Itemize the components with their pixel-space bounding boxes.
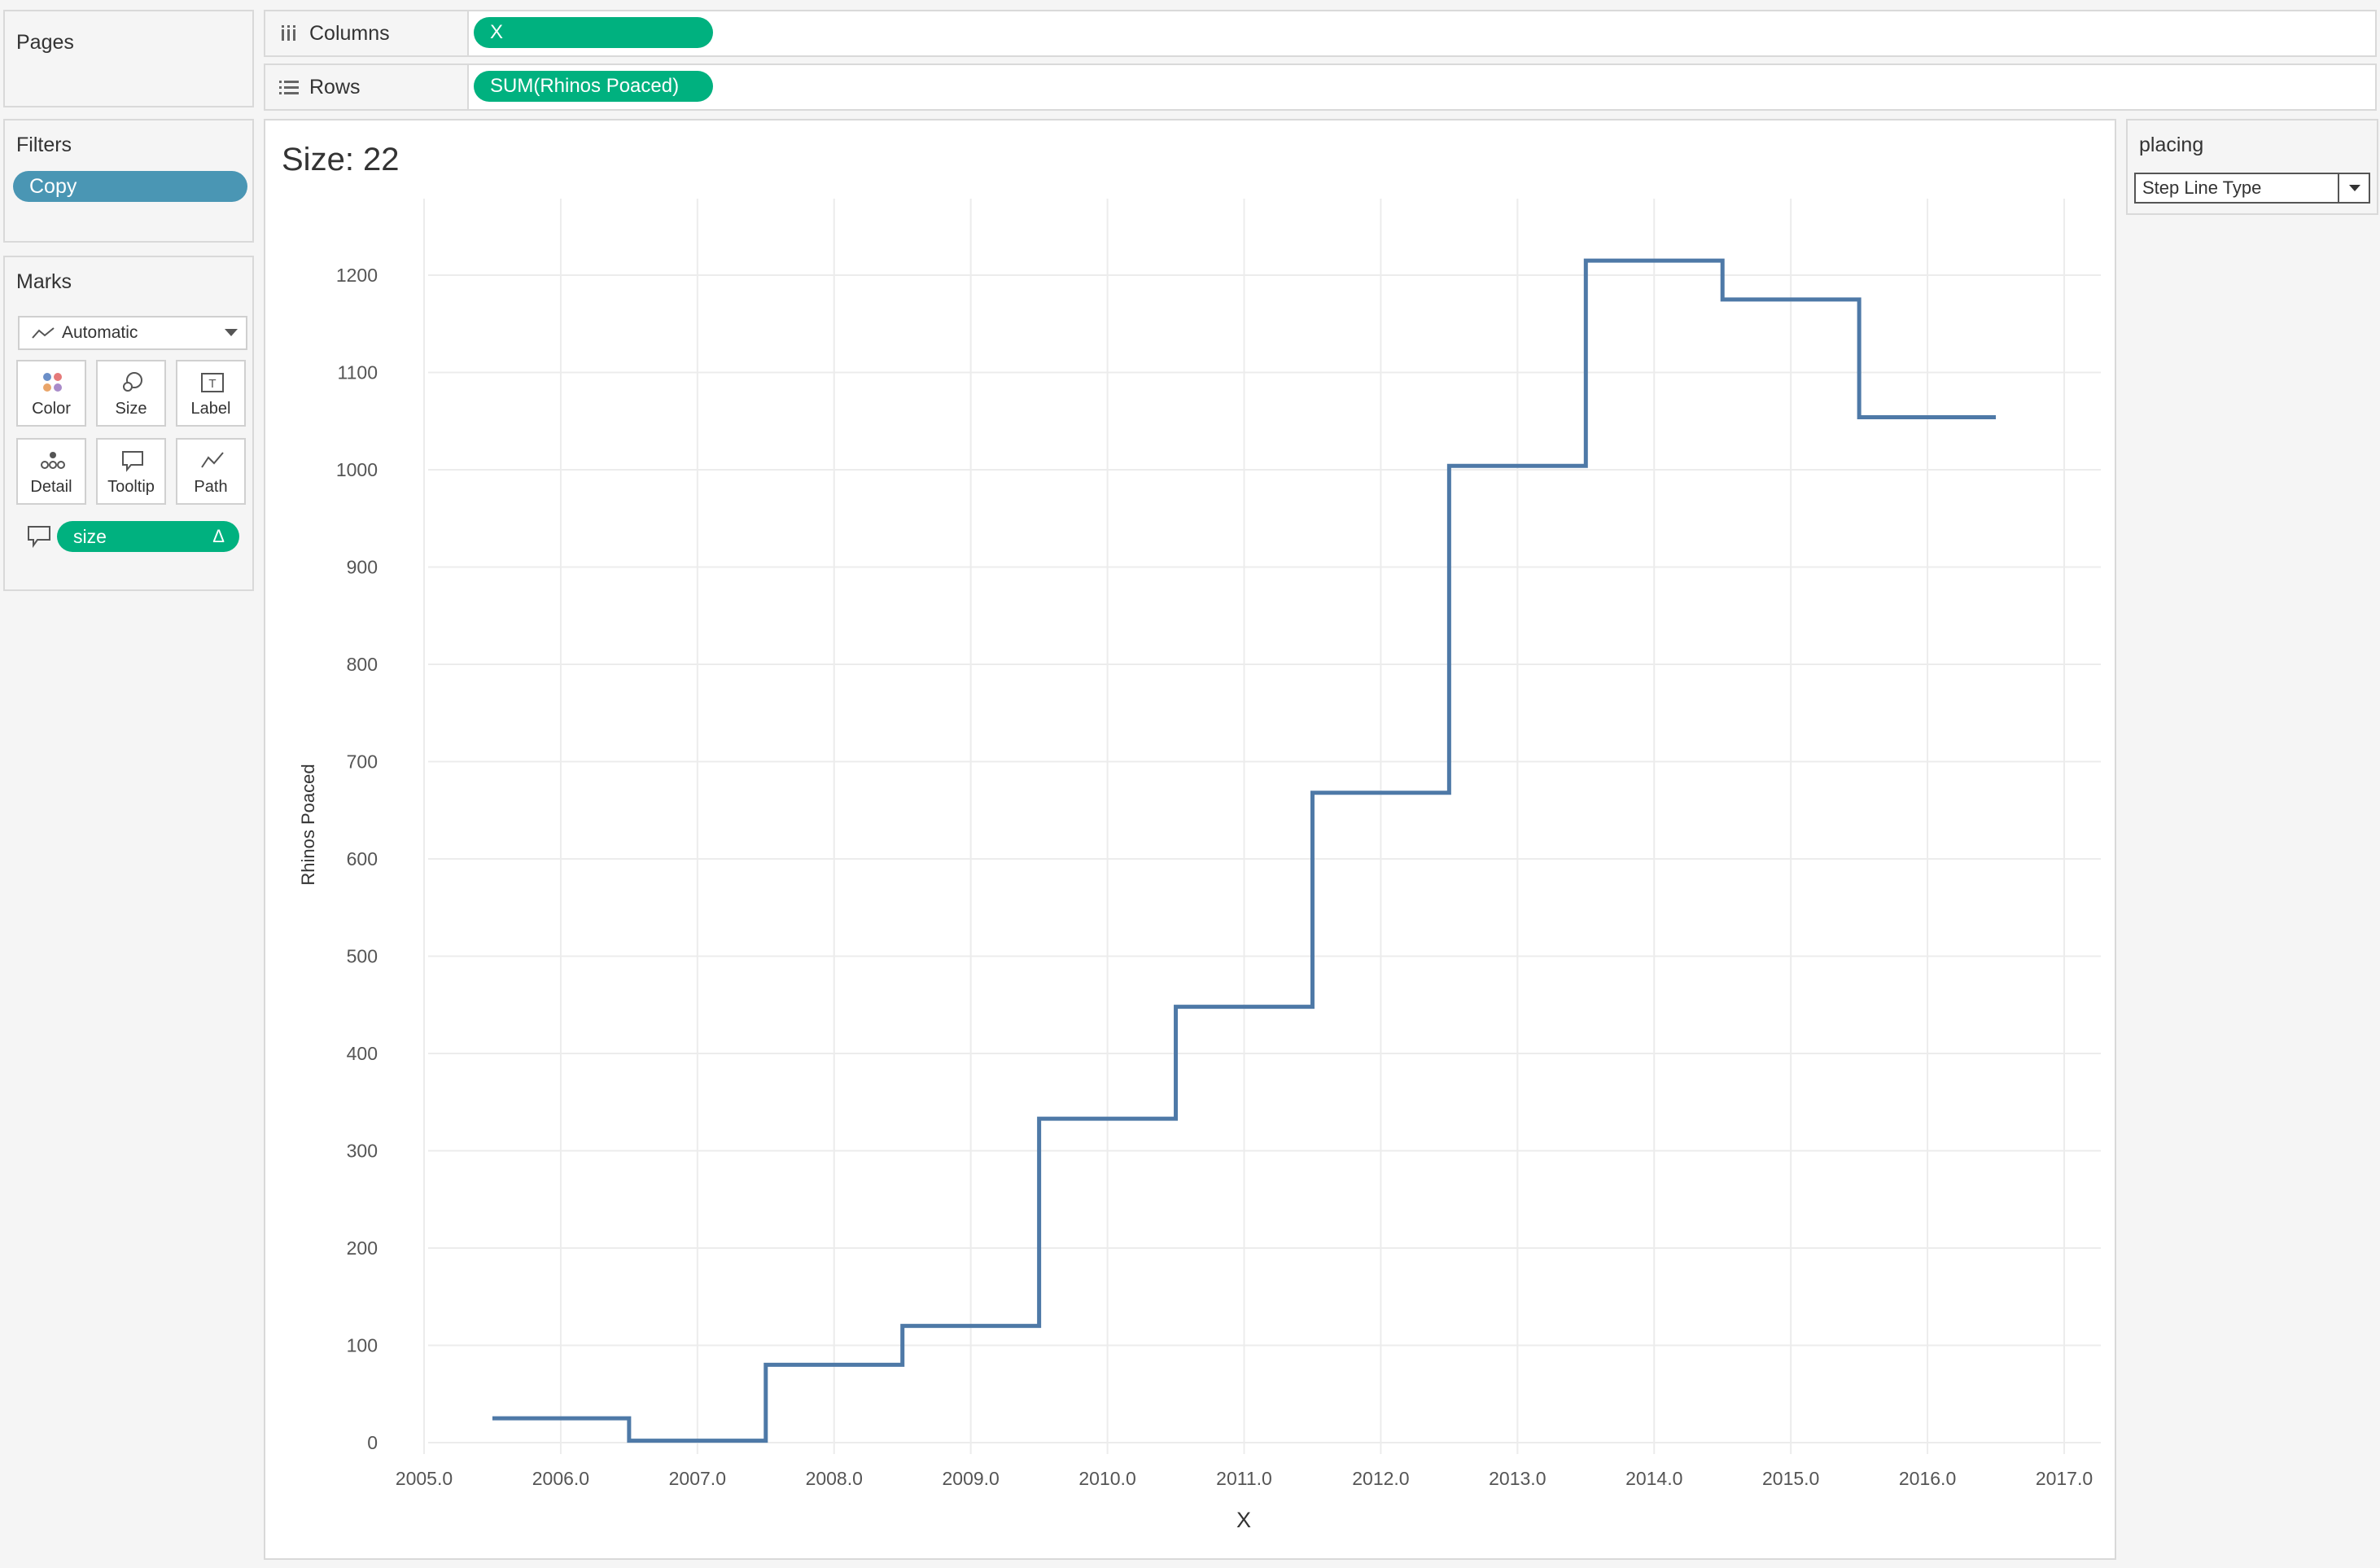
y-tick-label: 1200 [336,265,378,286]
columns-icon [277,21,301,46]
y-tick-label: 1000 [336,459,378,480]
visualization-pane: Size: 22 0 100 200 300 400 500 600 700 800 900 100… [264,119,2116,1560]
y-tick-label: 900 [347,557,378,578]
x-tick-label: 2005.0 [396,1468,453,1489]
placing-select-value: Step Line Type [2142,177,2262,198]
size-field-pill[interactable]: size Δ [57,521,239,552]
y-tick-label: 800 [347,654,378,675]
size-icon [123,372,142,392]
y-tick-label: 300 [347,1141,378,1162]
select-divider [2338,174,2339,202]
path-button[interactable]: Path [176,438,246,505]
top-toolbar-strip [0,0,2380,7]
chevron-down-icon [2349,185,2360,191]
color-icon [43,373,62,392]
marks-card[interactable]: Marks Automatic Color Size T Label Detai… [3,256,254,591]
x-tick-label: 2011.0 [1216,1468,1272,1489]
y-tick-label: 400 [347,1043,378,1064]
pages-card[interactable]: Pages [3,10,254,107]
x-tick-label: 2006.0 [532,1468,589,1489]
y-axis-label: Rhinos Poaced [298,764,318,885]
detail-button-label: Detail [30,478,72,496]
mark-type-dropdown[interactable]: Automatic [18,316,247,350]
label-button-label: Label [190,400,231,418]
color-button[interactable]: Color [16,360,86,427]
parameter-card-placing: placing Step Line Type [2126,119,2378,215]
x-tick-label: 2009.0 [942,1468,999,1489]
tooltip-field-icon [28,526,50,549]
rows-label: Rows [309,75,361,99]
rows-shelf-label: Rows [265,65,469,109]
marks-title: Marks [16,270,72,293]
detail-icon [41,452,65,469]
path-icon [201,452,224,468]
chevron-down-icon [225,329,238,336]
line-mark-icon [32,327,55,339]
x-tick-label: 2008.0 [806,1468,863,1489]
x-tick-label: 2015.0 [1762,1468,1819,1489]
x-tick-label: 2007.0 [669,1468,726,1489]
rows-pill-sum-rhinos[interactable]: SUM(Rhinos Poaced) [474,71,713,102]
y-tick-label: 0 [367,1432,378,1453]
mark-type-label: Automatic [62,323,138,342]
x-tick-label: 2017.0 [2036,1468,2093,1489]
path-button-label: Path [194,478,228,496]
y-tick-label: 1100 [338,362,378,383]
label-icon: T [201,373,224,392]
pages-title: Pages [16,31,74,54]
x-tick-label: 2014.0 [1625,1468,1682,1489]
y-tick-label: 100 [347,1335,378,1356]
step-line-chart[interactable]: 0 100 200 300 400 500 600 700 800 900 1000 1100 1200… [265,120,2115,1558]
y-tick-label: 600 [347,848,378,869]
color-button-label: Color [32,400,71,418]
x-axis-label: X [1236,1508,1251,1532]
tooltip-button[interactable]: Tooltip [96,438,166,505]
columns-label: Columns [309,21,390,45]
tooltip-button-label: Tooltip [107,478,155,496]
y-tick-label: 700 [347,751,378,773]
columns-shelf[interactable]: Columns X [264,10,2377,57]
y-tick-label: 200 [347,1237,378,1259]
size-button[interactable]: Size [96,360,166,427]
columns-shelf-label: Columns [265,11,469,55]
placing-select[interactable]: Step Line Type [2134,173,2370,204]
x-tick-label: 2013.0 [1489,1468,1546,1489]
detail-button[interactable]: Detail [16,438,86,505]
size-field-pill-label: size [73,525,107,547]
y-tick-label: 500 [347,946,378,967]
columns-pill-x[interactable]: X [474,17,713,48]
filters-card[interactable]: Filters Copy [3,119,254,243]
delta-icon: Δ [212,526,225,546]
svg-text:T: T [208,377,216,391]
parameter-title: placing [2139,134,2204,156]
rows-shelf[interactable]: Rows SUM(Rhinos Poaced) [264,64,2377,111]
label-button[interactable]: T Label [176,360,246,427]
size-button-label: Size [115,400,147,418]
tooltip-icon [122,451,143,472]
x-tick-label: 2012.0 [1352,1468,1409,1489]
x-tick-label: 2010.0 [1078,1468,1135,1489]
filters-title: Filters [16,134,72,156]
x-tick-label: 2016.0 [1899,1468,1956,1489]
rows-icon [277,75,301,99]
filter-pill-copy[interactable]: Copy [13,171,247,202]
